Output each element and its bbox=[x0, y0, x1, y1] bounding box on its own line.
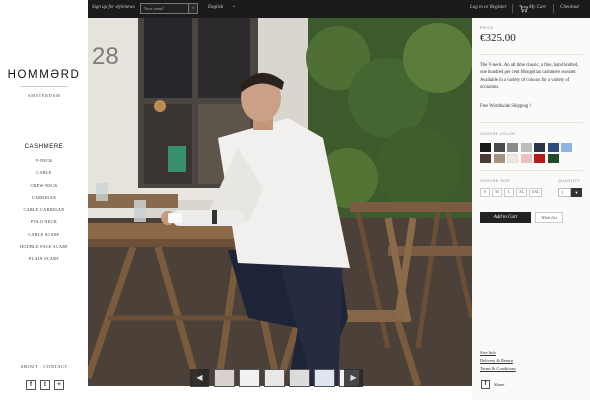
twitter-icon[interactable]: t bbox=[40, 380, 50, 390]
size-label: CHOOSE SIZE bbox=[480, 179, 511, 183]
newsletter-submit-button[interactable]: › bbox=[188, 3, 198, 14]
size-option-xxl[interactable]: XXL bbox=[529, 188, 542, 197]
nav-item-v-neck[interactable]: V-NECK bbox=[0, 157, 88, 169]
chevron-down-icon[interactable]: ⌄ bbox=[232, 3, 236, 9]
topbar-divider bbox=[553, 4, 554, 13]
color-swatch[interactable] bbox=[534, 154, 545, 163]
gallery-thumb-5[interactable] bbox=[314, 369, 335, 387]
color-swatch[interactable] bbox=[520, 143, 532, 152]
gallery-strip: ◀ ▶ bbox=[88, 366, 472, 388]
color-swatch[interactable] bbox=[547, 143, 559, 152]
size-option-xl[interactable]: XL bbox=[516, 188, 527, 197]
product-hero-photo: 28 bbox=[88, 18, 472, 386]
color-swatch[interactable] bbox=[493, 143, 505, 152]
category-title[interactable]: CASHMERE bbox=[0, 144, 88, 150]
divider bbox=[480, 122, 583, 123]
quantity-label: QUANTITY bbox=[558, 179, 581, 183]
color-swatch[interactable] bbox=[534, 143, 545, 152]
shipping-note: Free Worldwide Shipping ! bbox=[480, 104, 531, 109]
brand-city: AMSTERDAM bbox=[27, 93, 61, 98]
logo-divider bbox=[20, 86, 68, 87]
brand-logo[interactable]: HOMMƏRD bbox=[0, 69, 88, 81]
color-swatch[interactable] bbox=[493, 154, 505, 163]
gallery-thumb-3[interactable] bbox=[264, 369, 285, 387]
quantity-select[interactable]: 1 bbox=[558, 188, 571, 197]
color-swatch[interactable] bbox=[520, 154, 532, 163]
category-nav: V-NECK CABLE CREW-NECK CARDIGAN CABLE CA… bbox=[0, 157, 88, 268]
size-option-m[interactable]: M bbox=[492, 188, 502, 197]
prev-arrow-icon[interactable]: ◀ bbox=[190, 369, 209, 387]
nav-item-cable-scarf[interactable]: CABLE SCARF bbox=[0, 231, 88, 243]
nav-item-plain-scarf[interactable]: PLAIN SCARF bbox=[0, 255, 88, 267]
size-option-l[interactable]: L bbox=[504, 188, 514, 197]
color-swatch[interactable] bbox=[547, 154, 559, 163]
nav-item-double-face-scarf[interactable]: DOUBLE FACE SCARF bbox=[0, 243, 88, 255]
product-panel: PRICE €325.00 The V-neck. An all time cl… bbox=[472, 18, 590, 400]
color-swatch[interactable] bbox=[480, 143, 491, 152]
login-register-link[interactable]: Log in or Register bbox=[470, 5, 507, 10]
email-placeholder: Your email bbox=[144, 6, 164, 11]
color-swatch[interactable] bbox=[507, 143, 518, 152]
price-label: PRICE bbox=[480, 26, 494, 30]
nav-item-crew-neck[interactable]: CREW-NECK bbox=[0, 182, 88, 194]
about-contact-link[interactable]: ABOUT · CONTACT bbox=[0, 364, 88, 369]
newsletter-email-input[interactable]: Your email bbox=[140, 3, 195, 14]
my-cart-link[interactable]: My Cart bbox=[529, 5, 546, 10]
language-select[interactable]: English bbox=[208, 5, 223, 10]
share-link[interactable]: Share bbox=[494, 382, 504, 387]
google-plus-icon[interactable]: + bbox=[54, 380, 64, 390]
nav-item-cable-cardigan[interactable]: CABLE CARDIGAN bbox=[0, 206, 88, 218]
gallery-thumb-1[interactable] bbox=[214, 369, 235, 387]
size-option-s[interactable]: S bbox=[480, 188, 490, 197]
door-number: 28 bbox=[92, 43, 119, 70]
add-to-cart-button[interactable]: Add to Cart bbox=[480, 212, 531, 223]
next-arrow-icon[interactable]: ▶ bbox=[344, 369, 363, 387]
newsletter-label: Sign up for stylenews bbox=[92, 5, 135, 10]
facebook-share-icon[interactable]: f bbox=[481, 380, 490, 389]
terms-link[interactable]: Terms & Conditions bbox=[480, 366, 516, 371]
gallery-thumb-2[interactable] bbox=[239, 369, 260, 387]
top-bar: Sign up for stylenews Your email › Engli… bbox=[88, 0, 590, 18]
gallery-thumb-4[interactable] bbox=[289, 369, 310, 387]
nav-item-cable[interactable]: CABLE bbox=[0, 169, 88, 181]
nav-item-polo-neck[interactable]: POLO NECK bbox=[0, 218, 88, 230]
product-price: €325.00 bbox=[480, 32, 516, 44]
color-swatch[interactable] bbox=[480, 154, 491, 163]
divider bbox=[480, 170, 583, 171]
wish-list-button[interactable]: Wish list bbox=[535, 212, 563, 223]
facebook-icon[interactable]: f bbox=[26, 380, 36, 390]
nav-item-cardigan[interactable]: CARDIGAN bbox=[0, 194, 88, 206]
color-swatch[interactable] bbox=[507, 154, 518, 163]
divider bbox=[480, 54, 583, 55]
cart-icon[interactable] bbox=[519, 5, 528, 13]
product-description: The V-neck. An all time classic, a fine,… bbox=[480, 63, 579, 90]
chevron-down-icon[interactable]: ▼ bbox=[571, 188, 582, 197]
color-swatch[interactable] bbox=[561, 143, 572, 152]
sidebar: HOMMƏRD AMSTERDAM CASHMERE V-NECK CABLE … bbox=[0, 0, 88, 400]
topbar-divider bbox=[512, 4, 513, 13]
size-info-link[interactable]: Size Info bbox=[480, 350, 496, 355]
checkout-link[interactable]: Checkout bbox=[560, 5, 579, 10]
delivery-return-link[interactable]: Delivery & Return bbox=[480, 358, 513, 363]
color-label: CHOOSE COLOR bbox=[480, 132, 516, 136]
